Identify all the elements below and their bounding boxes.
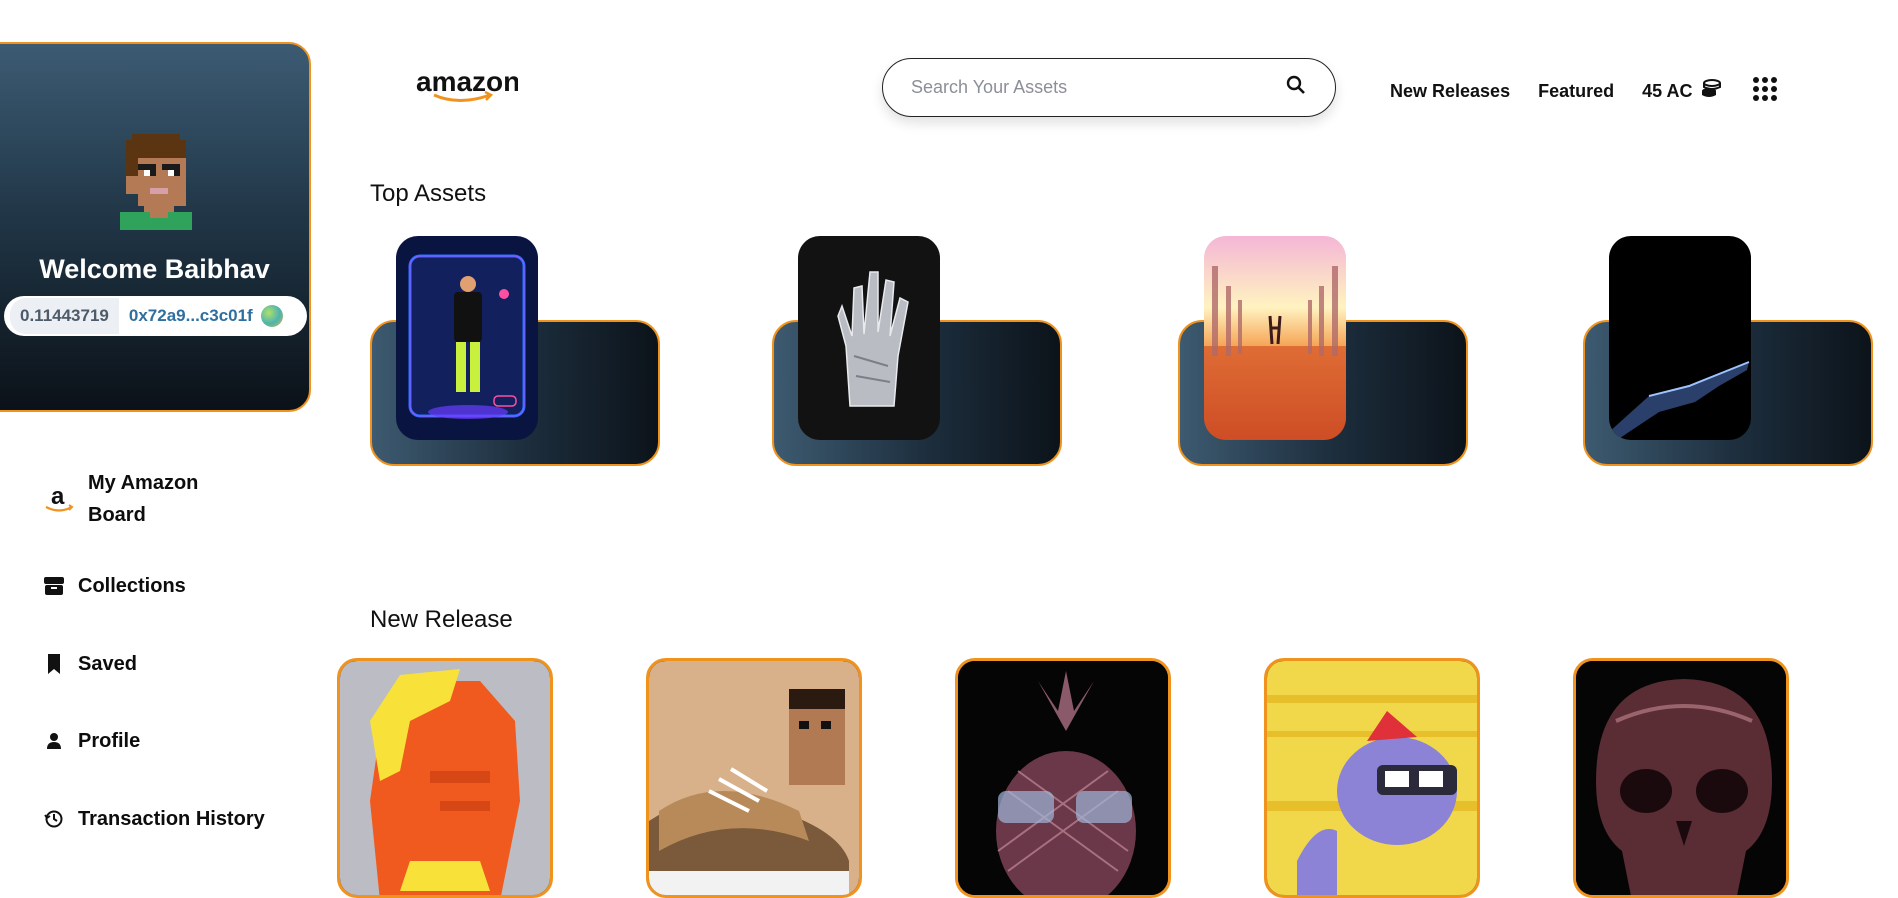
top-asset-card[interactable] (1583, 236, 1873, 466)
wallet-address[interactable]: 0x72a9...c3c01f (119, 306, 253, 326)
search-bar[interactable] (882, 58, 1336, 117)
release-thumbnail (1267, 661, 1477, 895)
logo-text: amazon (416, 66, 518, 97)
top-asset-card[interactable] (772, 236, 1062, 466)
new-release-card[interactable] (646, 658, 862, 898)
asset-thumbnail (1609, 236, 1751, 440)
asset-thumbnail (396, 236, 538, 440)
asset-thumbnail (798, 236, 940, 440)
new-release-card[interactable] (1573, 658, 1789, 898)
new-release-title: New Release (370, 606, 513, 633)
top-nav: New Releases Featured 45 AC (1390, 76, 1778, 107)
release-thumbnail (340, 661, 550, 895)
amazon-a-icon: a (42, 482, 76, 516)
wallet-balance: 0.11443719 (10, 298, 119, 334)
release-thumbnail (1576, 661, 1786, 895)
bookmark-icon (42, 652, 66, 676)
featured-link[interactable]: Featured (1538, 81, 1614, 102)
globe-icon (260, 305, 283, 327)
avatar[interactable] (114, 134, 198, 230)
wallet-pill[interactable]: 0.11443719 0x72a9...c3c01f (4, 296, 307, 336)
svg-text:a: a (51, 483, 65, 510)
search-input[interactable] (911, 77, 1285, 98)
sidebar-item-label: Profile (78, 729, 141, 752)
sidebar-item-collections[interactable]: Collections (42, 574, 186, 598)
sidebar-item-label: Saved (78, 652, 137, 675)
profile-card: Welcome Baibhav 0.11443719 0x72a9...c3c0… (0, 42, 311, 412)
coin-balance-text: 45 AC (1642, 81, 1693, 101)
sidebar-item-label: My Amazon (88, 472, 199, 494)
new-releases-link[interactable]: New Releases (1390, 81, 1510, 102)
top-assets-title: Top Assets (370, 180, 487, 207)
search-icon[interactable] (1285, 74, 1307, 101)
new-release-card[interactable] (337, 658, 553, 898)
sidebar-item-transaction-history[interactable]: Transaction History (42, 807, 265, 831)
welcome-text: Welcome Baibhav (39, 254, 270, 284)
new-release-card[interactable] (1264, 658, 1480, 898)
coins-icon (1700, 79, 1722, 104)
sidebar-item-my-amazon-board[interactable]: a My Amazon Board (42, 467, 198, 531)
sidebar-item-label: Transaction History (78, 807, 265, 830)
top-asset-card[interactable] (1178, 236, 1468, 466)
sidebar-item-saved[interactable]: Saved (42, 652, 137, 676)
sidebar-item-label: Collections (78, 574, 186, 597)
sidebar-item-profile[interactable]: Profile (42, 729, 140, 753)
new-release-card[interactable] (955, 658, 1171, 898)
apps-grid-icon[interactable] (1752, 76, 1778, 107)
user-icon (42, 729, 66, 753)
amazon-logo[interactable]: amazon (414, 66, 520, 111)
top-asset-card[interactable] (370, 236, 660, 466)
sidebar-item-label: Board (88, 504, 146, 526)
asset-thumbnail (1204, 236, 1346, 440)
release-thumbnail (649, 661, 859, 895)
release-thumbnail (958, 661, 1168, 895)
history-icon (42, 807, 66, 831)
box-icon (42, 574, 66, 598)
coin-balance[interactable]: 45 AC (1642, 79, 1722, 104)
